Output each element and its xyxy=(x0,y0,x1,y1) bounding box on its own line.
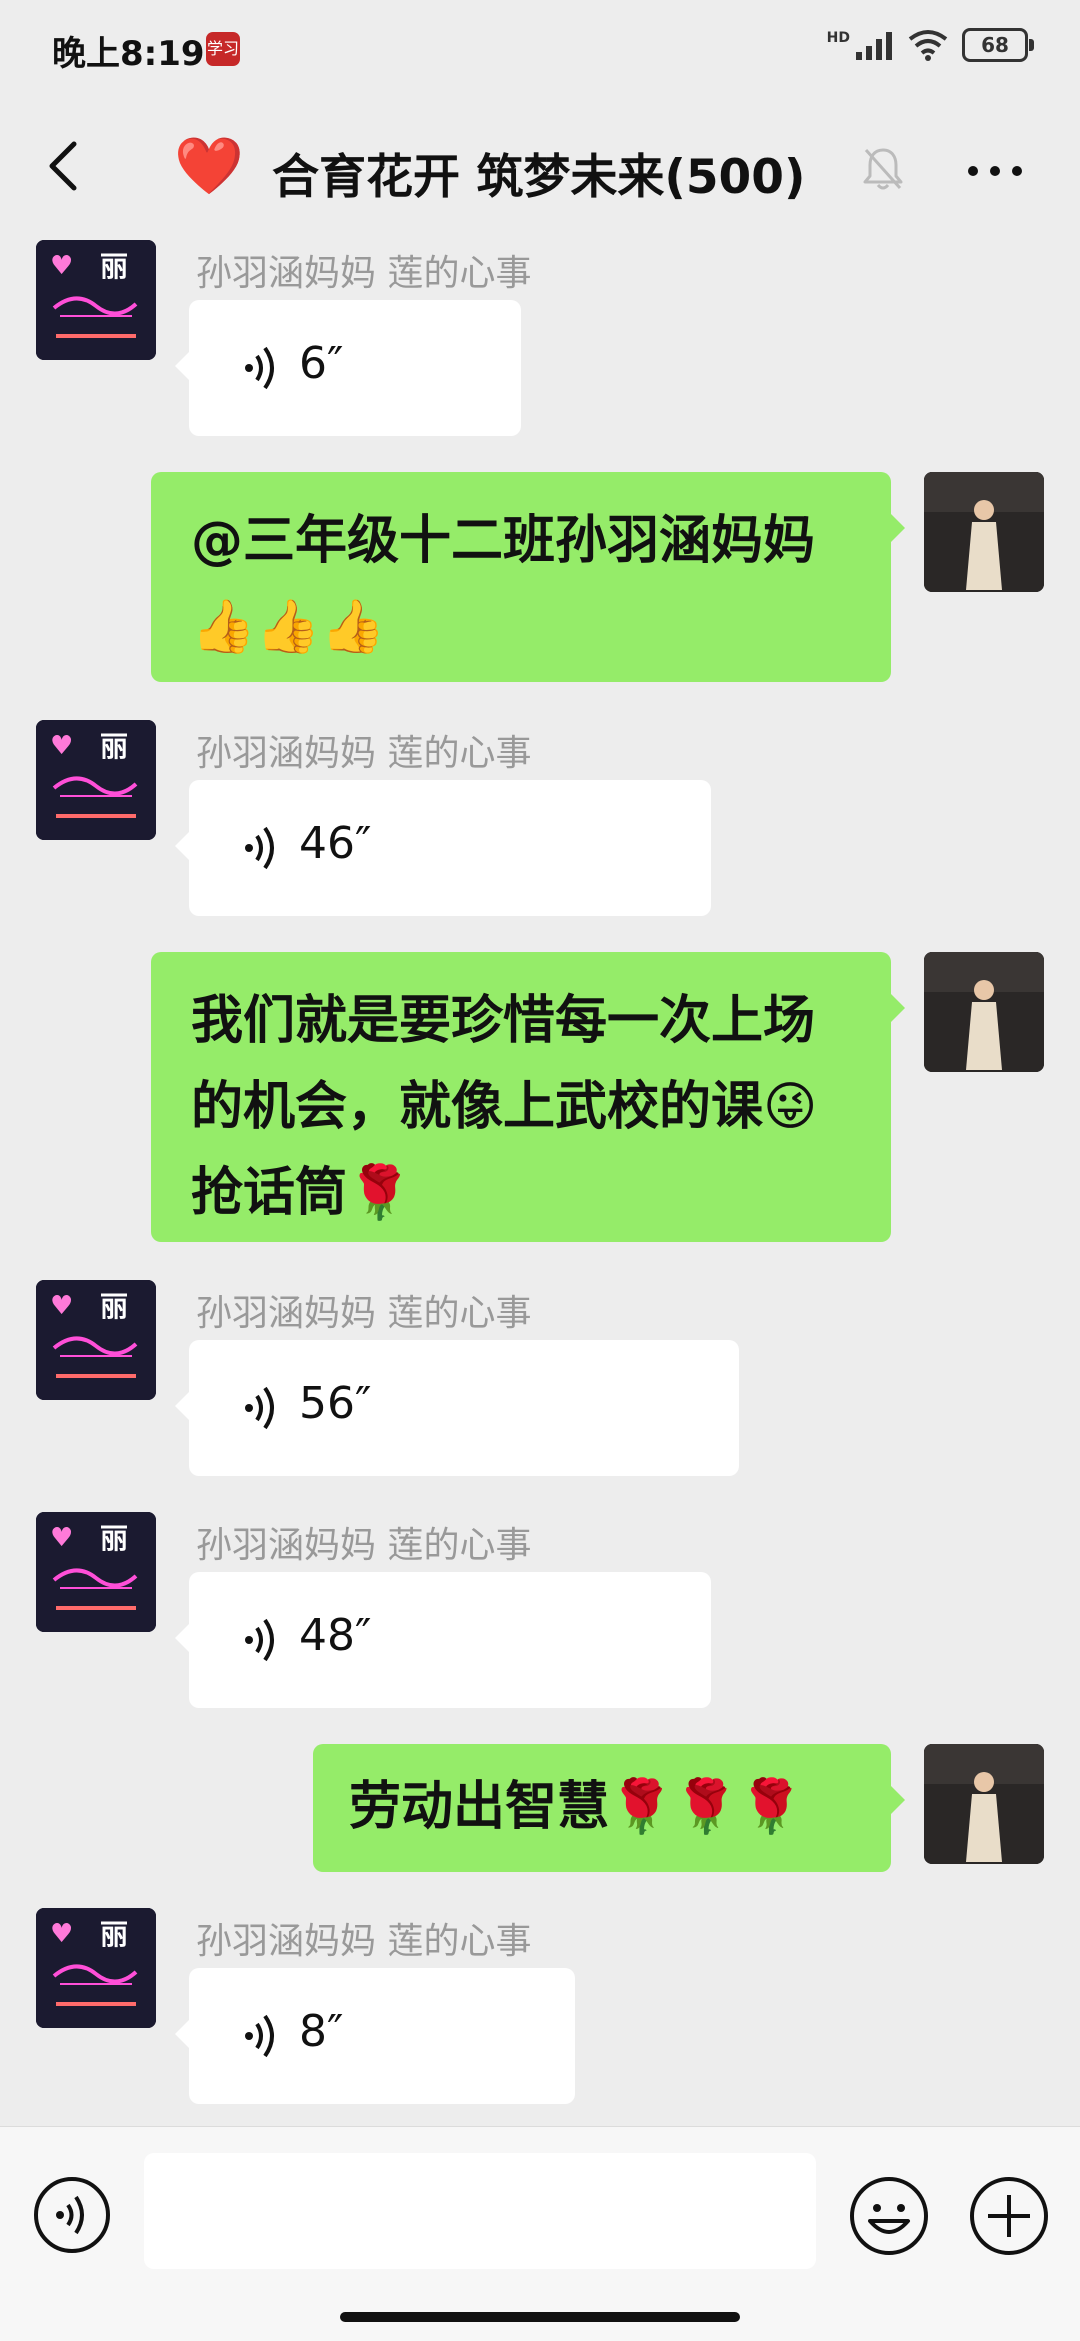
message-input[interactable] xyxy=(144,2153,816,2269)
heart-emoji: ❤️ xyxy=(174,134,244,199)
voice-wave-icon xyxy=(245,1618,274,1662)
svg-text:♥: ♥ xyxy=(50,1523,73,1553)
sender-name: 孙羽涵妈妈 莲的心事 xyxy=(196,1921,532,1962)
voice-input-icon[interactable] xyxy=(32,2175,112,2255)
message-voice: ♥ 丽 孙羽涵妈妈 莲的心事 48″ xyxy=(0,1510,1080,1720)
chat-header: ❤️ 合育花开 筑梦未来(500) xyxy=(0,100,1080,238)
message-text: 我们就是要珍惜每一次上场的机会，就像上武校的课😜抢话筒🌹 xyxy=(0,950,1080,1246)
text-bubble[interactable]: 劳动出智慧🌹🌹🌹 xyxy=(313,1744,905,1872)
voice-duration: 56″ xyxy=(299,1378,372,1429)
svg-text:♥: ♥ xyxy=(50,1919,73,1949)
svg-text:丽: 丽 xyxy=(100,1522,128,1555)
avatar[interactable]: ♥ 丽 xyxy=(36,1512,156,1632)
sender-name: 孙羽涵妈妈 莲的心事 xyxy=(196,733,532,774)
message-text: @三年级十二班孙羽涵妈妈 👍👍👍 xyxy=(0,470,1080,686)
input-bar xyxy=(0,2126,1080,2341)
wifi-icon xyxy=(908,30,948,61)
more-icon[interactable] xyxy=(960,144,1030,194)
voice-bubble[interactable]: 8″ xyxy=(175,1968,575,2104)
sender-name: 孙羽涵妈妈 莲的心事 xyxy=(196,1293,532,1334)
message-voice: ♥ 丽 孙羽涵妈妈 莲的心事 8″ xyxy=(0,1906,1080,2116)
message-voice: ♥ 丽 孙羽涵妈妈 莲的心事 56″ xyxy=(0,1278,1080,1488)
plus-icon[interactable] xyxy=(968,2175,1050,2257)
voice-duration: 8″ xyxy=(299,2006,344,2057)
battery-indicator: 68 xyxy=(962,28,1034,62)
app-notification-icon: 学习 xyxy=(206,32,240,66)
voice-wave-icon xyxy=(245,2014,274,2058)
avatar[interactable] xyxy=(924,472,1044,592)
svg-text:丽: 丽 xyxy=(100,250,128,283)
home-indicator[interactable] xyxy=(340,2312,740,2322)
voice-bubble[interactable]: 46″ xyxy=(175,780,711,916)
message-text-content: @三年级十二班孙羽涵妈妈 👍👍👍 xyxy=(191,511,816,657)
voice-wave-icon xyxy=(245,826,274,870)
avatar[interactable]: ♥ 丽 xyxy=(36,720,156,840)
status-time: 晚上8:19 xyxy=(52,34,205,74)
voice-bubble[interactable]: 48″ xyxy=(175,1572,711,1708)
message-text-content: 劳动出智慧🌹🌹🌹 xyxy=(349,1777,804,1837)
emoji-icon[interactable] xyxy=(848,2175,930,2257)
voice-bubble[interactable]: 56″ xyxy=(175,1340,739,1476)
sender-name: 孙羽涵妈妈 莲的心事 xyxy=(196,253,532,294)
avatar[interactable] xyxy=(924,1744,1044,1864)
message-voice: ♥ 丽 孙羽涵妈妈 莲的心事 6″ xyxy=(0,238,1080,448)
status-icons: HD 68 xyxy=(826,28,1034,62)
network-type: HD xyxy=(826,30,850,46)
voice-wave-icon xyxy=(245,1386,274,1430)
svg-text:♥: ♥ xyxy=(50,731,73,761)
voice-wave-icon xyxy=(245,346,274,390)
svg-text:♥: ♥ xyxy=(50,1291,73,1321)
message-voice: ♥ 丽 孙羽涵妈妈 莲的心事 46″ xyxy=(0,718,1080,928)
avatar[interactable]: ♥ 丽 xyxy=(36,1280,156,1400)
back-arrow-icon[interactable] xyxy=(36,136,96,196)
text-bubble[interactable]: @三年级十二班孙羽涵妈妈 👍👍👍 xyxy=(151,472,905,682)
voice-duration: 48″ xyxy=(299,1610,372,1661)
message-text: 劳动出智慧🌹🌹🌹 xyxy=(0,1742,1080,1876)
svg-text:丽: 丽 xyxy=(100,1290,128,1323)
avatar[interactable]: ♥ 丽 xyxy=(36,240,156,360)
avatar[interactable] xyxy=(924,952,1044,1072)
voice-bubble[interactable]: 6″ xyxy=(175,300,521,436)
chat-title[interactable]: 合育花开 筑梦未来(500) xyxy=(272,138,805,207)
sender-name: 孙羽涵妈妈 莲的心事 xyxy=(196,1525,532,1566)
avatar[interactable]: ♥ 丽 xyxy=(36,1908,156,2028)
voice-duration: 6″ xyxy=(299,338,344,389)
message-text-content: 我们就是要珍惜每一次上场的机会，就像上武校的课😜抢话筒🌹 xyxy=(191,991,818,1223)
svg-text:丽: 丽 xyxy=(100,1918,128,1951)
svg-text:♥: ♥ xyxy=(50,251,73,281)
text-bubble[interactable]: 我们就是要珍惜每一次上场的机会，就像上武校的课😜抢话筒🌹 xyxy=(151,952,905,1242)
svg-text:丽: 丽 xyxy=(100,730,128,763)
status-bar: 晚上8:19 学习 HD 68 xyxy=(0,0,1080,100)
signal-icon xyxy=(856,32,892,60)
voice-duration: 46″ xyxy=(299,818,372,869)
mute-bell-icon xyxy=(863,148,903,190)
